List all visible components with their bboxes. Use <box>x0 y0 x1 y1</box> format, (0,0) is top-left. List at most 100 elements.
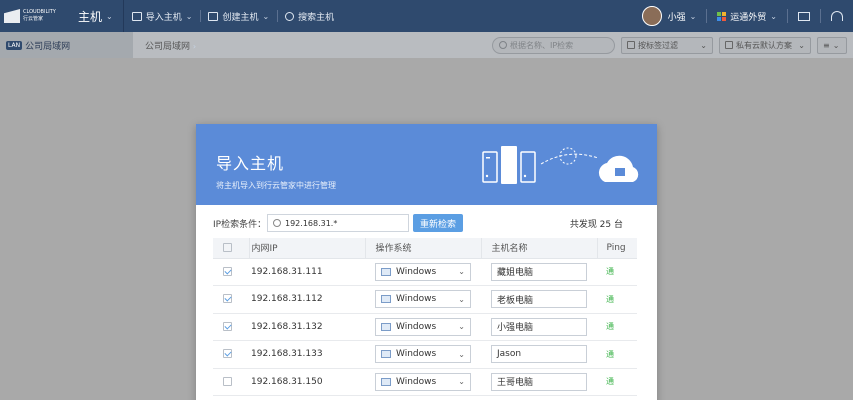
host-name-input[interactable]: 王哥电脑 <box>491 372 587 391</box>
nav-create-label: 创建主机 <box>222 12 259 23</box>
nav-search-host[interactable]: 搜索主机 <box>277 0 342 32</box>
top-navbar: CLOUDBILITY 行云管家 主机 ⌄ 导入主机 ⌄ 创建主机 ⌄ 搜索主机… <box>0 0 853 32</box>
filter-group: 根据名称、IP检索 按标签过滤 ⌄ 私有云默认方案 ⌄ ≡ ⌄ <box>492 36 853 54</box>
ping-status: 通 <box>606 377 614 387</box>
sort-icon: ≡ <box>823 40 830 50</box>
plan-select[interactable]: 私有云默认方案 ⌄ <box>719 36 811 54</box>
tag-filter-select[interactable]: 按标签过滤 ⌄ <box>621 36 713 54</box>
row-checkbox[interactable] <box>223 321 232 331</box>
row-os-cell: Windows ⌄ <box>365 313 481 341</box>
os-select[interactable]: Windows ⌄ <box>375 317 471 336</box>
table-row[interactable]: 192.168.31.150 Windows ⌄ 王哥电脑 通 <box>213 368 637 396</box>
windows-icon <box>381 295 391 304</box>
col-ping: Ping <box>596 238 637 259</box>
row-checkbox[interactable] <box>223 266 232 276</box>
chevron-down-icon: ⌄ <box>458 377 465 387</box>
host-name-input[interactable]: 小强电脑 <box>491 317 587 336</box>
os-value: Windows <box>396 349 437 360</box>
ping-status: 通 <box>606 294 614 304</box>
table-row[interactable]: 192.168.31.111 Windows ⌄ 藏姐电脑 通 <box>213 258 637 286</box>
ping-status: 通 <box>606 349 614 359</box>
search-input[interactable]: 根据名称、IP检索 <box>492 36 615 54</box>
os-value: Windows <box>396 266 437 277</box>
tag-icon <box>627 41 635 49</box>
os-value: Windows <box>396 321 437 332</box>
os-value: Windows <box>396 294 437 305</box>
host-name-input[interactable]: 老板电脑 <box>491 290 587 309</box>
lan-badge: LAN <box>6 40 23 50</box>
col-name: 主机名称 <box>480 238 597 259</box>
team-name: 运通外贸 <box>730 12 767 23</box>
breadcrumb-item: 公司局域网 <box>145 41 191 52</box>
os-select[interactable]: Windows ⌄ <box>375 262 471 281</box>
team-menu[interactable]: 运通外贸 ⌄ <box>707 10 787 23</box>
row-os-cell: Windows ⌄ <box>365 258 481 286</box>
os-select[interactable]: Windows ⌄ <box>375 345 471 364</box>
sort-select[interactable]: ≡ ⌄ <box>817 36 847 54</box>
sidebar-item-lan[interactable]: LAN 公司局域网 <box>0 32 133 58</box>
table-row[interactable]: 192.168.31.133 Windows ⌄ Jason 通 <box>213 340 637 369</box>
nav-right: 小强 ⌄ 运通外贸 ⌄ <box>641 0 853 32</box>
search-icon <box>285 11 295 21</box>
row-select-cell <box>213 285 249 314</box>
host-name-input[interactable]: 藏姐电脑 <box>491 262 587 281</box>
row-os-cell: Windows ⌄ <box>365 340 481 369</box>
row-name-cell: 小强电脑 <box>481 313 597 341</box>
chevron-down-icon: ⌄ <box>770 11 777 21</box>
os-select[interactable]: Windows ⌄ <box>375 290 471 309</box>
divider <box>787 9 788 23</box>
team-icon <box>717 11 727 21</box>
headset-icon[interactable] <box>831 11 843 21</box>
research-button[interactable]: 重新检索 <box>413 214 463 232</box>
breadcrumb[interactable]: 公司局域网 › <box>133 39 196 52</box>
divider <box>820 9 821 23</box>
host-name-value: 王哥电脑 <box>497 378 534 389</box>
table-row[interactable]: 192.168.31.132 Windows ⌄ 小强电脑 通 <box>213 313 637 341</box>
row-checkbox[interactable] <box>223 376 232 386</box>
col-ip: 内网IP <box>248 238 365 259</box>
server-cloud-illustration-icon <box>482 146 639 184</box>
plan-icon <box>725 41 733 49</box>
cloudbility-logo[interactable]: CLOUDBILITY 行云管家 <box>0 0 62 32</box>
row-name-cell: 王哥电脑 <box>481 368 597 396</box>
section-menu[interactable]: 主机 ⌄ <box>62 0 124 32</box>
import-icon <box>131 11 142 21</box>
row-ping-cell: 通 <box>597 340 637 369</box>
row-ip: 192.168.31.150 <box>249 368 365 396</box>
host-name-input[interactable]: Jason <box>491 345 587 364</box>
host-name-value: 老板电脑 <box>497 295 534 306</box>
chevron-down-icon: ⌄ <box>458 294 465 304</box>
user-menu[interactable]: 小强 ⌄ <box>668 10 707 23</box>
chevron-down-icon: ⌄ <box>798 40 805 50</box>
dialog-body: IP检索条件： 192.168.31.* 重新检索 共发现 25 台 内网IP … <box>196 205 657 396</box>
chevron-down-icon: ⌄ <box>262 11 270 21</box>
ping-status: 通 <box>606 267 614 277</box>
nav-create-host[interactable]: 创建主机 ⌄ <box>200 0 277 32</box>
windows-icon <box>381 322 391 331</box>
row-select-cell <box>213 340 249 369</box>
row-os-cell: Windows ⌄ <box>365 368 481 396</box>
row-checkbox[interactable] <box>223 349 232 359</box>
avatar[interactable] <box>641 6 662 26</box>
row-checkbox[interactable] <box>223 294 232 304</box>
select-all-checkbox[interactable] <box>223 242 232 252</box>
os-select[interactable]: Windows ⌄ <box>375 372 471 391</box>
row-ip: 192.168.31.112 <box>249 285 365 314</box>
chevron-down-icon: ⌄ <box>458 267 465 277</box>
os-value: Windows <box>396 376 437 387</box>
row-ping-cell: 通 <box>597 313 637 341</box>
row-ping-cell: 通 <box>597 258 637 286</box>
mail-icon[interactable] <box>798 11 810 21</box>
row-ping-cell: 通 <box>597 368 637 396</box>
chevron-down-icon: ⌄ <box>832 40 840 50</box>
nav-import-host[interactable]: 导入主机 ⌄ <box>124 0 201 32</box>
row-name-cell: 老板电脑 <box>481 285 597 314</box>
table-row[interactable]: 192.168.31.112 Windows ⌄ 老板电脑 通 <box>213 285 637 314</box>
search-icon <box>273 219 281 227</box>
host-name-value: 小强电脑 <box>497 323 534 334</box>
ip-search-input[interactable]: 192.168.31.* <box>267 214 409 232</box>
ping-status: 通 <box>606 322 614 332</box>
sub-toolbar: LAN 公司局域网 公司局域网 › 根据名称、IP检索 按标签过滤 ⌄ 私有云默… <box>0 32 853 58</box>
row-select-cell <box>213 368 249 396</box>
row-select-cell <box>213 258 249 286</box>
